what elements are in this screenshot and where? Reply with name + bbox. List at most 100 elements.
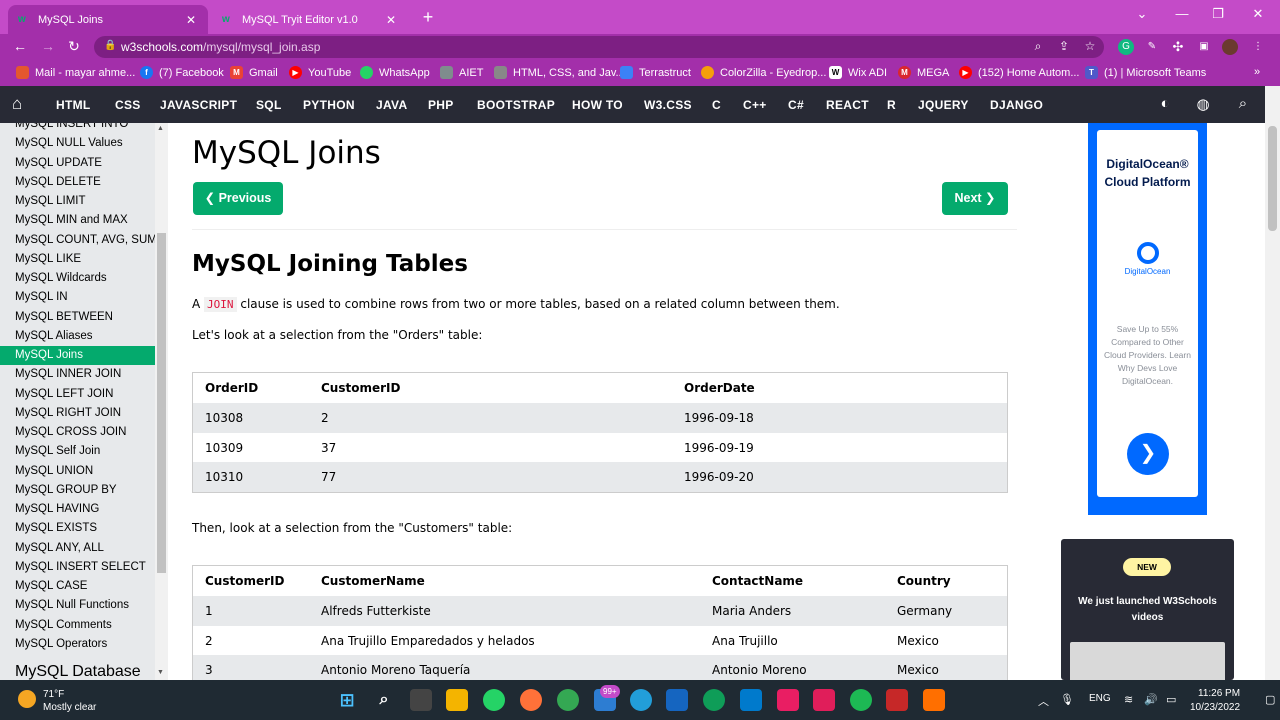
new-tab-button[interactable]: + — [418, 8, 438, 28]
close-icon[interactable]: ✕ — [184, 13, 198, 27]
bookmark-teams[interactable]: T (1) | Microsoft Teams — [1085, 66, 1206, 79]
more-bookmarks-icon[interactable]: » — [1254, 66, 1260, 78]
reload-button[interactable]: ↻ — [64, 38, 84, 55]
chevron-right-icon[interactable]: ❯ — [1127, 433, 1169, 475]
tab-search-icon[interactable]: ⌄ — [1132, 6, 1152, 22]
wifi-icon[interactable]: ≋ — [1124, 693, 1133, 706]
sidebar-item[interactable]: MySQL GROUP BY — [0, 481, 155, 500]
nav-w3css[interactable]: W3.CSS — [644, 98, 692, 112]
menu-icon[interactable]: ⋮ — [1250, 39, 1266, 55]
close-icon[interactable]: ✕ — [384, 13, 398, 27]
edge-icon[interactable] — [703, 689, 725, 711]
bookmark-gmail[interactable]: M Gmail — [230, 66, 278, 79]
nav-css[interactable]: CSS — [115, 98, 141, 112]
nav-django[interactable]: DJANGO — [990, 98, 1043, 112]
previous-button[interactable]: ❮ Previous — [193, 182, 283, 215]
bookmark-wix[interactable]: W Wix ADI — [829, 66, 887, 79]
sidebar-item[interactable]: MySQL UNION — [0, 462, 155, 481]
nav-c[interactable]: C — [712, 98, 721, 112]
videos-promo[interactable]: NEW We just launched W3Schools videos — [1061, 539, 1234, 680]
bookmark-facebook[interactable]: f (7) Facebook — [140, 66, 224, 79]
back-button[interactable]: ← — [10, 38, 30, 54]
start-icon[interactable]: ⊞ — [336, 689, 358, 711]
extensions-icon[interactable]: ✣ — [1170, 39, 1186, 55]
nav-java[interactable]: JAVA — [376, 98, 407, 112]
sidebar-item[interactable]: MySQL Aliases — [0, 327, 155, 346]
close-window-button[interactable]: ✕ — [1248, 6, 1268, 22]
sidebar-item[interactable]: MySQL LIMIT — [0, 192, 155, 211]
spotify-icon[interactable] — [850, 689, 872, 711]
notifications-icon[interactable]: ▢ — [1265, 693, 1275, 706]
battery-icon[interactable]: ▭ — [1166, 693, 1176, 706]
sidebar-item[interactable]: MySQL IN — [0, 288, 155, 307]
sidebar-item[interactable]: MySQL Comments — [0, 616, 155, 635]
globe-icon[interactable]: ◍ — [1194, 95, 1212, 113]
sidebar-item[interactable]: MySQL LIKE — [0, 250, 155, 269]
sidebar-item[interactable]: MySQL COUNT, AVG, SUM — [0, 231, 155, 250]
sidebar-item[interactable]: MySQL INNER JOIN — [0, 365, 155, 384]
nav-python[interactable]: PYTHON — [303, 98, 355, 112]
sidebar-item[interactable]: MySQL CASE — [0, 577, 155, 596]
task-view-icon[interactable] — [410, 689, 432, 711]
tab-mysql-joins[interactable]: w MySQL Joins ✕ — [8, 5, 208, 34]
telegram-icon[interactable] — [630, 689, 652, 711]
next-button[interactable]: Next ❯ — [942, 182, 1008, 215]
bookmark-star-icon[interactable]: ☆ — [1082, 39, 1098, 53]
microphone-icon[interactable]: 🎙 — [1060, 693, 1074, 706]
nav-html[interactable]: HTML — [56, 98, 91, 112]
chevron-up-icon[interactable]: ︿ — [1038, 693, 1049, 709]
nav-php[interactable]: PHP — [428, 98, 454, 112]
sidebar-item[interactable]: MySQL BETWEEN — [0, 308, 155, 327]
nav-cpp[interactable]: C++ — [743, 98, 767, 112]
vscode-icon[interactable] — [740, 689, 762, 711]
chrome-icon[interactable] — [557, 689, 579, 711]
sidebar-item[interactable]: MySQL Null Functions — [0, 596, 155, 615]
sidebar-scrollbar[interactable]: ▲ ▼ — [155, 123, 168, 680]
theme-toggle-icon[interactable]: ◐ — [1156, 95, 1174, 112]
page-scroll-thumb[interactable] — [1268, 126, 1277, 231]
page-scrollbar[interactable] — [1265, 86, 1280, 680]
volume-icon[interactable]: 🔊 — [1144, 693, 1158, 706]
sidebar-item[interactable]: MySQL UPDATE — [0, 154, 155, 173]
share-icon[interactable]: ⇪ — [1056, 39, 1072, 53]
sidebar-item[interactable]: MySQL Self Join — [0, 442, 155, 461]
sidebar-item[interactable]: MySQL NULL Values — [0, 134, 155, 153]
firefox-icon[interactable] — [520, 689, 542, 711]
grammarly-icon[interactable]: G — [1118, 39, 1134, 55]
language-indicator[interactable]: ENG — [1089, 693, 1111, 704]
sidebar-item[interactable]: MySQL LEFT JOIN — [0, 385, 155, 404]
nav-r[interactable]: R — [887, 98, 896, 112]
scroll-up-icon[interactable]: ▲ — [157, 125, 164, 132]
avatar[interactable] — [1222, 39, 1238, 55]
nav-how-to[interactable]: HOW TO — [572, 98, 623, 112]
app-icon[interactable] — [777, 689, 799, 711]
nav-bootstrap[interactable]: BOOTSTRAP — [477, 98, 555, 112]
tab-tryit-editor[interactable]: w MySQL Tryit Editor v1.0 ✕ — [212, 5, 408, 34]
bookmark-youtube[interactable]: ▶ YouTube — [289, 66, 351, 79]
home-icon[interactable]: ⌂ — [12, 95, 32, 113]
nav-csharp[interactable]: C# — [788, 98, 804, 112]
sidebar-scroll-thumb[interactable] — [157, 233, 166, 573]
bookmark-home-automation[interactable]: ▶ (152) Home Autom... — [959, 66, 1080, 79]
digitalocean-ad[interactable]: DigitalOcean® Cloud Platform DigitalOcea… — [1088, 123, 1207, 515]
nav-sql[interactable]: SQL — [256, 98, 282, 112]
bookmark-mega[interactable]: M MEGA — [898, 66, 949, 79]
sidebar-item[interactable]: MySQL ANY, ALL — [0, 539, 155, 558]
slack-icon[interactable] — [813, 689, 835, 711]
clock[interactable]: 11:26 PM 10/23/2022 — [1190, 687, 1240, 715]
bookmark-aiet[interactable]: AIET — [440, 66, 483, 79]
calendar-icon[interactable] — [666, 689, 688, 711]
file-explorer-icon[interactable] — [446, 689, 468, 711]
url-field[interactable]: 🔒 w3schools.com/mysql/mysql_join.asp ⌕ ⇪… — [94, 36, 1104, 58]
nav-javascript[interactable]: JAVASCRIPT — [160, 98, 237, 112]
nav-react[interactable]: REACT — [826, 98, 869, 112]
nav-jquery[interactable]: JQUERY — [918, 98, 969, 112]
sidebar-item[interactable]: MySQL INSERT INTO — [0, 123, 155, 134]
sidebar-item[interactable]: MySQL MIN and MAX — [0, 211, 155, 230]
zoom-icon[interactable]: ⌕ — [1030, 39, 1046, 54]
sidebar-item[interactable]: MySQL DELETE — [0, 173, 155, 192]
whatsapp-icon[interactable] — [483, 689, 505, 711]
minimize-button[interactable]: — — [1172, 6, 1192, 21]
colorzilla-icon[interactable]: ✎ — [1144, 39, 1160, 55]
forward-button[interactable]: → — [38, 38, 58, 54]
